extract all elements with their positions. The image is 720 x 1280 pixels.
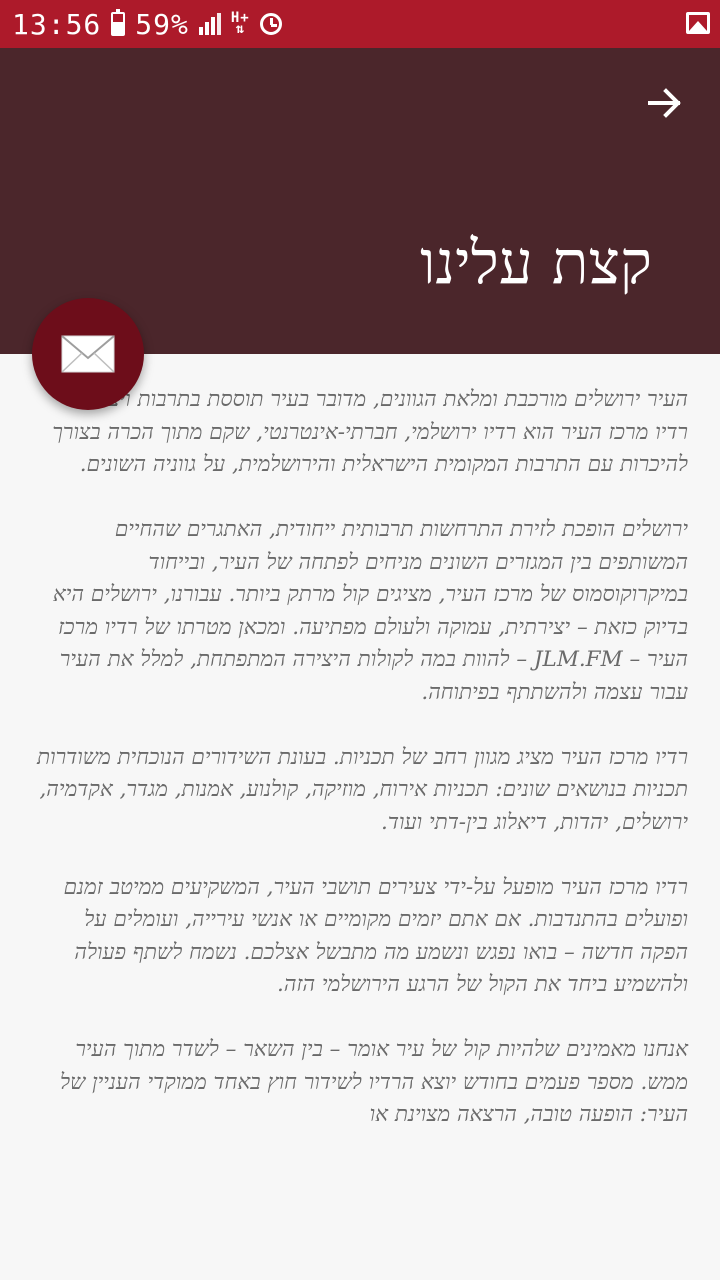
alarm-icon xyxy=(259,13,282,35)
about-paragraph: רדיו מרכז העיר מציג מגוון רחב של תכניות.… xyxy=(36,744,688,835)
about-paragraph: אנחנו מאמינים שלהיות קול של עיר אומר – ב… xyxy=(60,1037,688,1127)
mail-fab-button[interactable] xyxy=(32,298,144,410)
image-notification-icon xyxy=(686,12,710,34)
page-title: קצת עלינו xyxy=(420,228,652,298)
status-left: 13:56 59% H+ ⇅ xyxy=(12,6,282,42)
network-hplus-icon: H+ ⇅ xyxy=(230,10,250,37)
about-paragraph: העיר ירושלים מורכבת ומלאת הגוונים, מדובר… xyxy=(52,387,688,477)
arrow-icon[interactable] xyxy=(644,82,686,124)
status-time: 13:56 xyxy=(12,7,102,41)
about-paragraph: רדיו מרכז העיר מופעל על-ידי צעירים תושבי… xyxy=(63,874,688,998)
about-content: העיר ירושלים מורכבת ומלאת הגוונים, מדובר… xyxy=(36,384,688,1164)
battery-icon xyxy=(111,9,126,36)
mail-icon xyxy=(61,335,115,373)
battery-fill xyxy=(113,22,124,34)
about-paragraph: ירושלים הופכת לזירת התרחשות תרבותית ייחו… xyxy=(52,517,688,705)
signal-icon xyxy=(198,13,221,35)
battery-percent: 59% xyxy=(135,7,189,41)
status-bar: 13:56 59% H+ ⇅ xyxy=(0,0,720,48)
